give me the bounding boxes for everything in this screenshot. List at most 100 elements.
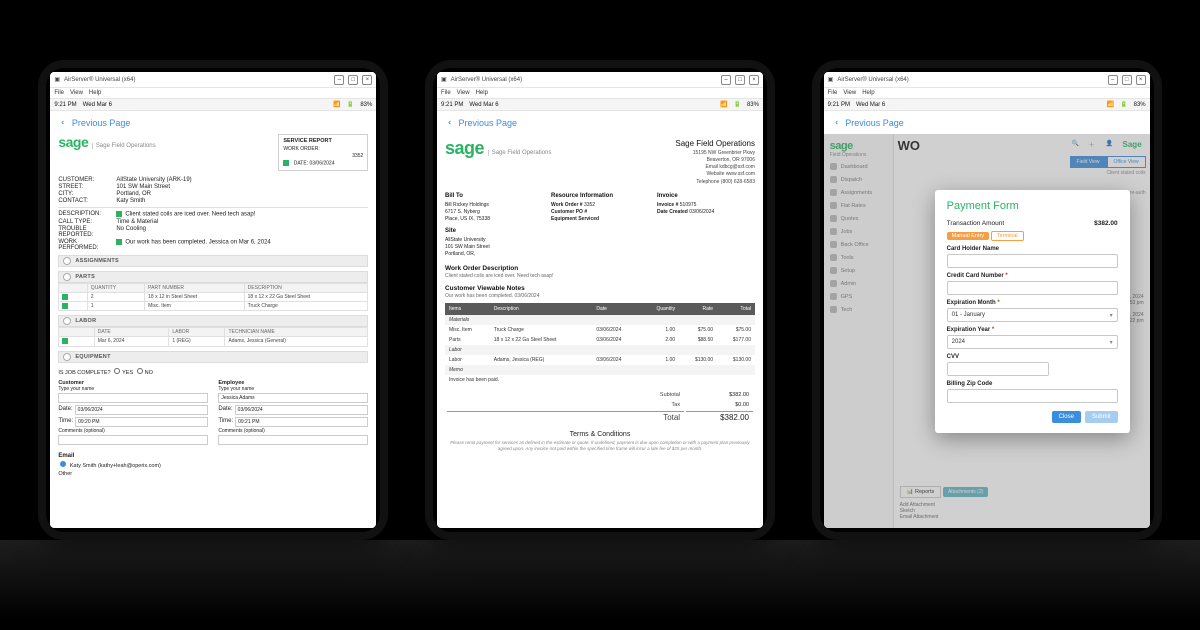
wo-number: 3352 [283,153,363,160]
menu-view[interactable]: View [70,90,83,96]
menu-view[interactable]: View [843,90,856,96]
minimize-button[interactable]: – [334,75,344,85]
company-email: Email kdbcg@ssf.com [675,164,755,171]
pill-terminal[interactable]: Terminal [991,231,1024,241]
status-time: 9:21 PM [828,102,850,108]
employee-date-input[interactable]: 03/06/2024 [235,405,369,415]
job-complete-no-radio[interactable] [137,368,143,374]
section-equipment-label: EQUIPMENT [75,354,110,360]
section-assignments[interactable]: ASSIGNMENTS [58,255,368,267]
status-date: Wed Mar 6 [856,102,885,108]
invoice-body: sage Sage Field Operations Sage Field Op… [437,134,763,528]
section-parts[interactable]: PARTS [58,271,368,283]
modal-close-button[interactable]: Close [1052,411,1081,423]
customer-date-input[interactable]: 03/06/2024 [75,405,209,415]
brand-subtitle: Sage Field Operations [488,150,552,156]
menu-bar: File View Help [437,88,763,99]
employee-time-value: 09:21 PM [238,419,259,425]
employee-time-input[interactable]: 09:21 PM [235,417,368,427]
close-window-button[interactable]: × [1136,75,1146,85]
menu-help[interactable]: Help [89,90,101,96]
section-equipment[interactable]: EQUIPMENT [58,351,368,363]
close-window-button[interactable]: × [362,75,372,85]
cell: 03/06/2024 [592,355,640,365]
maximize-button[interactable]: □ [735,75,745,85]
brand-block: sage Sage Field Operations [58,134,155,150]
email-heading: Email [58,453,368,459]
signature-block: Customer Type your name Date:03/06/2024 … [58,380,368,445]
menu-help[interactable]: Help [862,90,874,96]
close-window-button[interactable]: × [749,75,759,85]
payment-form-modal: Payment Form Transaction Amount $382.00 … [935,190,1130,433]
chevron-left-icon: ⌄ [59,119,70,127]
minimize-button[interactable]: – [1108,75,1118,85]
customer-name-input[interactable] [58,393,208,403]
parts-row[interactable]: 2 18 x 12 in Steel Sheet 18 x 12 x 22 Ga… [59,292,368,301]
expmonth-select[interactable]: 01 - January▾ [947,308,1118,322]
cardnumber-input[interactable] [947,281,1118,295]
description-value: Client stated coils are iced over. Need … [125,212,255,218]
cardholder-input[interactable] [947,254,1118,268]
parts-table: QUANTITY PART NUMBER DESCRIPTION 2 18 x … [58,283,368,312]
menu-view[interactable]: View [457,90,470,96]
company-addr1: 15195 NW Greenbrier Pkwy [675,150,755,157]
billto-line: Place, US IX, 75338 [445,216,543,223]
cvv-input[interactable] [947,362,1050,376]
company-phone: Telephone (800) 628-6583 [675,179,755,186]
parts-row[interactable]: 1 Misc. Item Truck Charge [59,301,368,310]
email-recipient-row[interactable]: Katy Smith (kathy+leah@operix.com) [58,461,368,469]
previous-page-label: Previous Page [459,118,518,128]
col-total: Total [717,303,755,315]
menu-file[interactable]: File [54,90,64,96]
employee-comments-input[interactable] [218,435,368,445]
menu-help[interactable]: Help [476,90,488,96]
email-recipient: Katy Smith (kathy+leah@operix.com) [70,463,161,469]
section-labor[interactable]: LABOR [58,315,368,327]
labor-row[interactable]: Mar 6, 2024 1 (REG) Adams, Jessica (Gene… [59,337,368,346]
tablet2-screen: ▣ AirServer® Universal (x64) –□× File Vi… [437,72,763,528]
contact-value: Katy Smith [116,198,368,204]
tablet-invoice: ▣ AirServer® Universal (x64) –□× File Vi… [425,60,775,540]
job-complete-label: IS JOB COMPLETE? [58,370,110,376]
menu-file[interactable]: File [441,90,451,96]
inv-v: 03/06/2024 [689,209,714,215]
expyear-select[interactable]: 2024▾ [947,335,1118,349]
expyear-value: 2024 [952,339,965,345]
window-title: AirServer® Universal (x64) [64,77,330,83]
previous-page-link[interactable]: ⌄ Previous Page [437,111,763,134]
previous-page-link[interactable]: ⌄ Previous Page [824,111,1150,134]
col-qty: Quantity [640,303,679,315]
customer-comments-input[interactable] [58,435,208,445]
customer-time-input[interactable]: 09:20 PM [75,417,208,427]
date-label-2: Date: [218,406,232,412]
employee-name-input[interactable]: Jessica Adams [218,393,368,403]
flag-icon [116,211,122,217]
zip-input[interactable] [947,389,1118,403]
company-addr2: Beaverton, OR 97006 [675,157,755,164]
modal-submit-button[interactable]: Submit [1085,411,1118,423]
maximize-button[interactable]: □ [1122,75,1132,85]
menu-file[interactable]: File [828,90,838,96]
site-line: Portland, OR, [445,251,543,258]
service-report-header-box: SERVICE REPORT WORK ORDER: 3352 DATE: 03… [278,134,368,171]
report-date-label: DATE: [294,160,308,166]
resource-info-heading: Resource Information [551,192,649,201]
previous-page-link[interactable]: ⌄ Previous Page [50,111,376,134]
report-title: SERVICE REPORT [283,138,363,146]
pill-manual-entry[interactable]: Manual Entry [947,232,989,240]
expmonth-label: Expiration Month [947,300,996,306]
cell: 1.00 [640,355,679,365]
minimize-button[interactable]: – [721,75,731,85]
maximize-button[interactable]: □ [348,75,358,85]
job-complete-yes-radio[interactable] [114,368,120,374]
parts-col-qty: QUANTITY [87,283,144,292]
cell: Truck Charge [490,325,593,335]
labor-cell: 1 (REG) [169,337,225,346]
col-desc: Description [490,303,593,315]
tax-value: $0.00 [686,401,753,409]
flag-icon-2 [116,239,122,245]
labor-col-tech: TECHNICIAN NAME [225,328,368,337]
invoice-row: Misc. Item Truck Charge 03/06/2024 1.00 … [445,325,755,335]
memo-cell: Invoice has been paid. [445,375,755,385]
status-time: 9:21 PM [441,102,463,108]
